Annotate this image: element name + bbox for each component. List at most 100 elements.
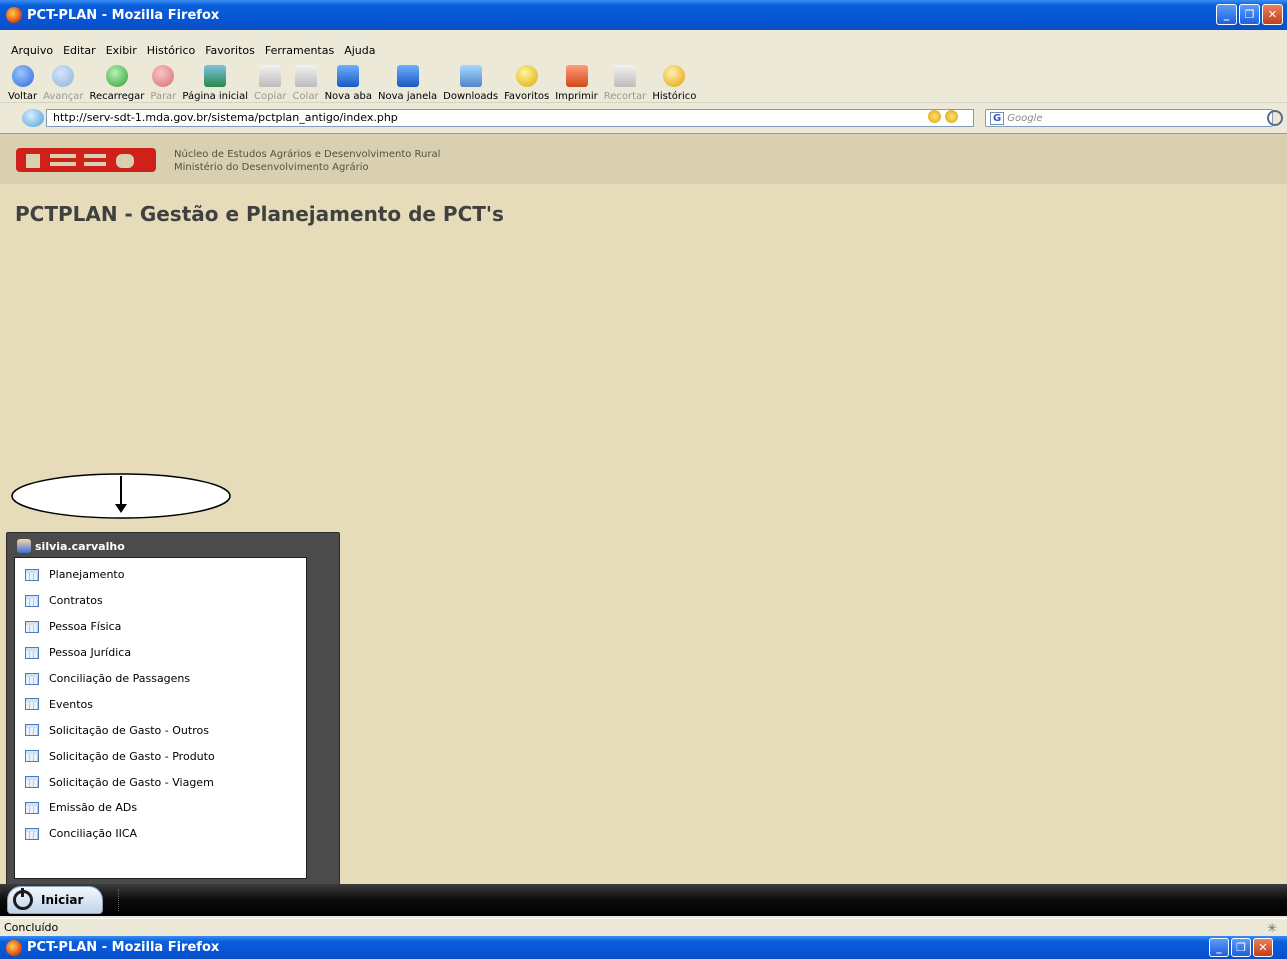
menu-item-conciliacao-passagens[interactable]: Conciliação de Passagens xyxy=(15,666,306,692)
window-title-bar: PCT-PLAN - Mozilla Firefox _ ❐ ✕ xyxy=(0,0,1287,30)
app-taskbar: Iniciar xyxy=(0,884,1287,916)
user-name: silvia.carvalho xyxy=(35,539,125,553)
new-tab-label: Nova aba xyxy=(324,91,373,102)
menu-arquivo[interactable]: Arquivo xyxy=(11,44,53,57)
menu-item-pessoa-fisica[interactable]: Pessoa Física xyxy=(15,614,306,640)
menu-historico[interactable]: Histórico xyxy=(147,44,195,57)
history-label: Histórico xyxy=(652,91,697,102)
close-button[interactable]: ✕ xyxy=(1262,4,1283,25)
reload-label: Recarregar xyxy=(89,91,145,102)
menu-item-conciliacao-iica[interactable]: Conciliação IICA xyxy=(15,821,306,847)
globe-icon xyxy=(22,109,44,127)
taskbar-window-controls: _ ❐ ✕ xyxy=(1209,938,1273,957)
go-icon[interactable] xyxy=(945,110,958,123)
back-button[interactable]: Voltar xyxy=(8,65,37,102)
table-icon xyxy=(25,724,39,737)
paste-icon xyxy=(294,65,317,87)
user-icon xyxy=(17,539,31,553)
back-label: Voltar xyxy=(8,91,38,102)
minimize-button[interactable]: _ xyxy=(1216,4,1237,25)
copy-button[interactable]: Copiar xyxy=(254,65,286,102)
menu-item-planejamento[interactable]: Planejamento xyxy=(15,562,306,588)
forward-label: Avançar xyxy=(43,91,84,102)
maximize-button[interactable]: ❐ xyxy=(1239,4,1260,25)
search-input[interactable]: G Google xyxy=(985,109,1273,127)
cut-button[interactable]: Recortar xyxy=(603,65,647,102)
menu-item-label: Contratos xyxy=(49,594,103,608)
minimize-button[interactable]: _ xyxy=(1209,938,1229,957)
menu-item-label: Conciliação de Passagens xyxy=(49,672,191,685)
table-icon xyxy=(25,776,39,789)
status-indicator-icon: ✳ xyxy=(1266,921,1277,935)
table-icon xyxy=(25,801,39,814)
os-taskbar-window[interactable]: PCT-PLAN - Mozilla Firefox _ ❐ ✕ xyxy=(0,936,1287,959)
url-input[interactable]: http://serv-sdt-1.mda.gov.br/sistema/pct… xyxy=(46,109,974,127)
reload-icon xyxy=(105,65,128,87)
menu-item-gasto-outros[interactable]: Solicitação de Gasto - Outros xyxy=(15,717,306,743)
menu-item-label: Pessoa Jurídica xyxy=(49,646,132,660)
start-menu-list: Planejamento Contratos Pessoa Física Pes… xyxy=(14,557,307,879)
print-icon xyxy=(565,65,588,87)
stop-button[interactable]: Parar xyxy=(150,65,176,102)
firefox-icon xyxy=(6,7,22,23)
new-window-label: Nova janela xyxy=(378,91,438,102)
search-placeholder: Google xyxy=(1007,112,1043,124)
page-header: Núcleo de Estudos Agrários e Desenvolvim… xyxy=(0,134,1287,184)
table-icon xyxy=(25,620,39,633)
close-button[interactable]: ✕ xyxy=(1253,938,1273,957)
menu-item-gasto-viagem[interactable]: Solicitação de Gasto - Viagem xyxy=(15,769,306,795)
menubar-spacer xyxy=(0,30,1287,40)
new-window-button[interactable]: Nova janela xyxy=(378,65,437,102)
home-button[interactable]: Página inicial xyxy=(182,65,248,102)
status-bar: Concluído ✳ xyxy=(0,918,1287,936)
paste-label: Colar xyxy=(292,91,319,102)
maximize-button[interactable]: ❐ xyxy=(1231,938,1251,957)
menu-favoritos[interactable]: Favoritos xyxy=(205,44,255,57)
new-tab-button[interactable]: Nova aba xyxy=(325,65,372,102)
forward-button[interactable]: Avançar xyxy=(43,65,84,102)
firefox-icon xyxy=(6,939,22,956)
history-icon xyxy=(663,65,686,87)
bookmarks-button[interactable]: Favoritos xyxy=(504,65,549,102)
bookmarks-icon xyxy=(515,65,538,87)
org-name: Núcleo de Estudos Agrários e Desenvolvim… xyxy=(174,149,441,160)
menu-item-label: Solicitação de Gasto - Outros xyxy=(49,723,209,737)
annotation-ellipse-arrow xyxy=(11,473,231,519)
menu-ajuda[interactable]: Ajuda xyxy=(344,44,375,57)
power-icon xyxy=(13,888,33,910)
menu-item-emissao-ads[interactable]: Emissão de ADs xyxy=(15,795,306,821)
downloads-icon xyxy=(459,65,482,87)
start-menu-header: silvia.carvalho xyxy=(17,539,125,553)
table-icon xyxy=(25,698,39,711)
navigation-toolbar: Voltar Avançar Recarregar Parar Página i… xyxy=(0,61,1287,103)
cut-label: Recortar xyxy=(603,91,647,102)
menu-item-label: Emissão de ADs xyxy=(49,801,138,815)
menu-item-contratos[interactable]: Contratos xyxy=(15,588,306,614)
downloads-label: Downloads xyxy=(443,91,499,102)
table-icon xyxy=(25,568,39,581)
back-arrow-icon xyxy=(11,65,34,87)
forward-arrow-icon xyxy=(52,65,75,87)
feed-icon[interactable] xyxy=(928,110,941,123)
menu-item-label: Eventos xyxy=(49,697,93,711)
search-engine-icon[interactable]: G xyxy=(990,111,1005,125)
new-window-icon xyxy=(396,65,419,87)
paste-button[interactable]: Colar xyxy=(292,65,319,102)
window-controls: _ ❐ ✕ xyxy=(1216,4,1283,25)
reload-button[interactable]: Recarregar xyxy=(89,65,145,102)
menu-exibir[interactable]: Exibir xyxy=(106,44,137,57)
start-button[interactable]: Iniciar xyxy=(7,886,103,914)
menu-item-eventos[interactable]: Eventos xyxy=(15,691,306,717)
page-content: Núcleo de Estudos Agrários e Desenvolvim… xyxy=(0,133,1287,886)
print-button[interactable]: Imprimir xyxy=(555,65,598,102)
downloads-button[interactable]: Downloads xyxy=(443,65,498,102)
menu-item-gasto-produto[interactable]: Solicitação de Gasto - Produto xyxy=(15,743,306,769)
history-button[interactable]: Histórico xyxy=(652,65,696,102)
menu-item-label: Solicitação de Gasto - Produto xyxy=(49,749,215,763)
page-title: PCTPLAN - Gestão e Planejamento de PCT's xyxy=(15,202,504,226)
menu-item-pessoa-juridica[interactable]: Pessoa Jurídica xyxy=(15,640,306,666)
menu-ferramentas[interactable]: Ferramentas xyxy=(265,44,334,57)
search-icon[interactable] xyxy=(1267,110,1283,126)
start-label: Iniciar xyxy=(41,893,84,907)
menu-editar[interactable]: Editar xyxy=(63,44,96,57)
